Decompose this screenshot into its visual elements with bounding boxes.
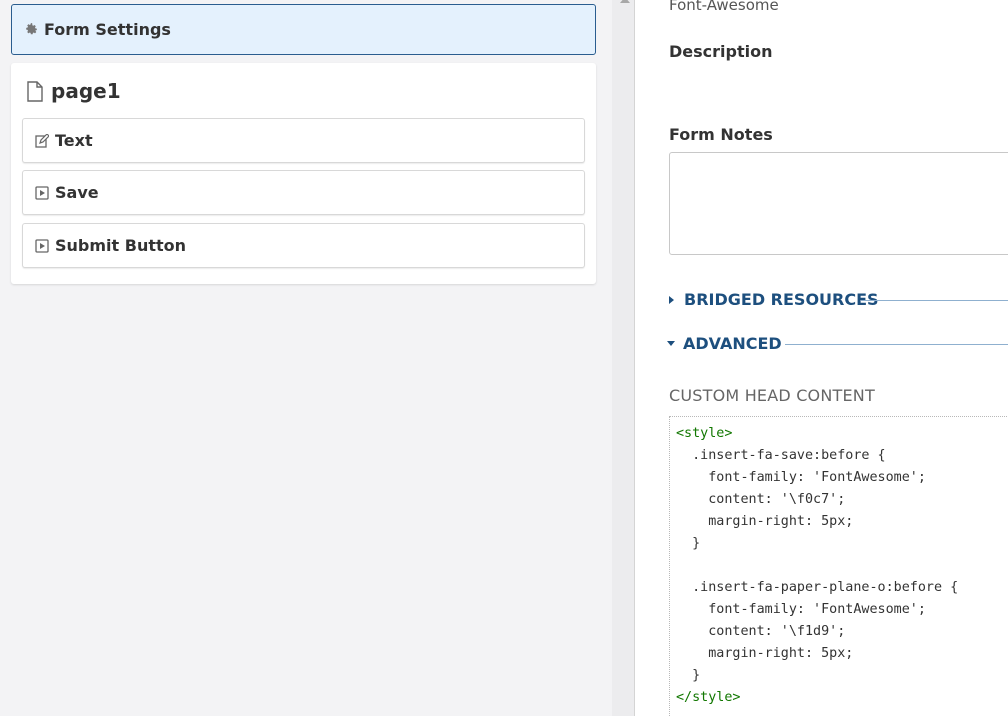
gear-icon [25,23,38,36]
advanced-toggle[interactable]: ADVANCED [666,334,782,353]
page-item-label: Text [55,131,93,150]
code-line: .insert-fa-save:before { [676,448,886,463]
form-settings-button[interactable]: Form Settings [11,4,596,55]
play-square-icon [35,185,49,200]
code-line: content: '\f0c7'; [676,492,846,507]
page-title-label: page1 [51,79,121,103]
code-line: } [676,668,701,683]
page-item-submit-button[interactable]: Submit Button [22,223,585,268]
file-icon [27,80,43,102]
description-label: Description [669,42,773,61]
code-line: .insert-fa-paper-plane-o:before { [676,580,959,595]
code-line: margin-right: 5px; [676,646,854,661]
caret-right-icon [669,295,674,304]
edit-icon [35,133,49,148]
scrollbar[interactable] [612,0,634,716]
scroll-up-arrow-icon[interactable] [620,0,630,3]
settings-panel: Font-Awesome Description Form Notes BRID… [635,0,1008,716]
code-line: } [676,536,701,551]
page-item-save[interactable]: Save [22,170,585,215]
code-line: </style> [676,690,741,705]
play-square-icon [35,238,49,253]
bridged-resources-label: BRIDGED RESOURCES [684,290,879,309]
form-notes-label: Form Notes [669,125,773,144]
custom-head-content-label: CUSTOM HEAD CONTENT [669,386,875,405]
section-divider-line [861,300,1008,301]
form-settings-label: Form Settings [44,20,171,39]
code-line: font-family: 'FontAwesome'; [676,602,926,617]
caret-down-icon [667,341,675,346]
section-divider-line [785,344,1008,345]
page-card: page1 Text Save Submit Button [11,63,596,284]
icon-library-value: Font-Awesome [669,0,779,14]
bridged-resources-toggle[interactable]: BRIDGED RESOURCES [666,290,879,309]
page-item-label: Submit Button [55,236,187,255]
advanced-label: ADVANCED [683,334,782,353]
code-line: font-family: 'FontAwesome'; [676,470,926,485]
page-item-text[interactable]: Text [22,118,585,163]
code-line: <style> [676,426,733,441]
form-notes-textarea[interactable] [669,152,1008,255]
code-line: margin-right: 5px; [676,514,854,529]
page-title[interactable]: page1 [27,79,121,103]
code-line: content: '\f1d9'; [676,624,846,639]
form-tree-panel: Form Settings page1 Text Save Submit But… [0,0,612,716]
custom-head-content-editor[interactable]: <style> .insert-fa-save:before { font-fa… [669,416,1008,716]
page-item-label: Save [55,183,99,202]
